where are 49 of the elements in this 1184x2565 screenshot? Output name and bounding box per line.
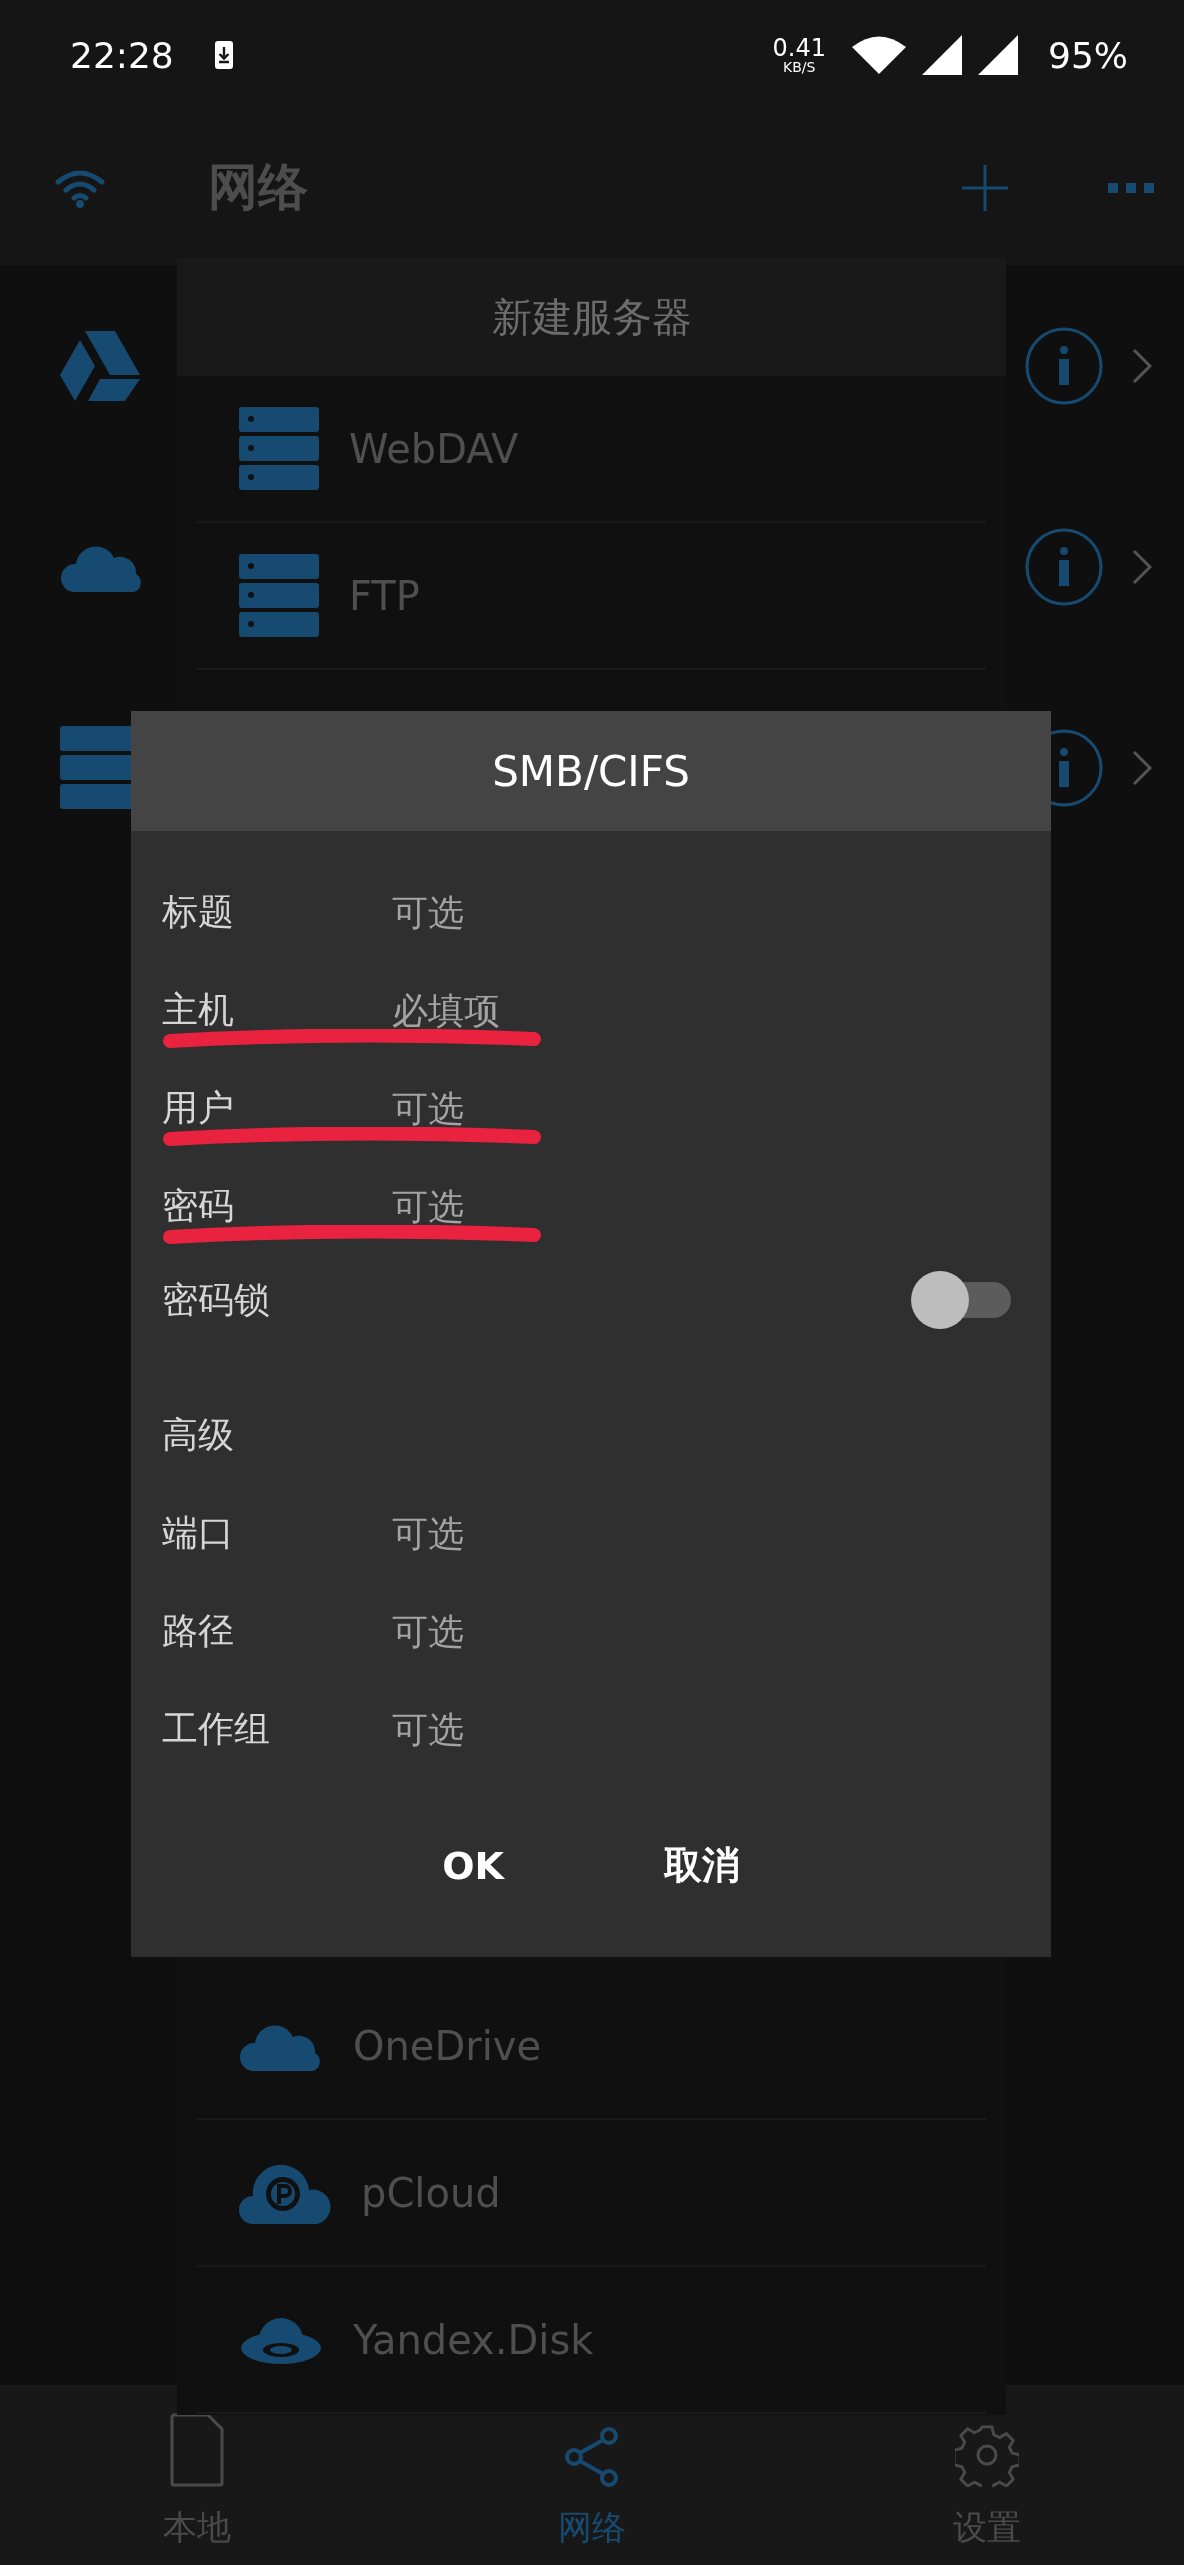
more-icon[interactable] [1108, 181, 1154, 194]
info-icon[interactable] [1024, 526, 1104, 607]
dialog-button[interactable]: 取消 [633, 1814, 770, 1917]
info-icon[interactable] [1024, 325, 1104, 406]
chevron-icon[interactable] [1132, 548, 1152, 585]
battery-level: 95% [1048, 34, 1128, 76]
input-field[interactable]: 可选 [392, 891, 792, 933]
field-label: 密码 [162, 1183, 235, 1228]
server-type-item[interactable]: FTP [197, 523, 986, 670]
chevron-icon[interactable] [1132, 749, 1152, 786]
drive-icon [60, 330, 140, 401]
file-icon [170, 2413, 225, 2487]
input-field[interactable]: 可选 [392, 1185, 792, 1227]
signal-icon [978, 35, 1018, 75]
signal-icon [922, 35, 962, 75]
speed-unit: KB/S [783, 60, 816, 74]
input-field[interactable]: 可选 [392, 1708, 792, 1750]
field-label: 路径 [162, 1608, 235, 1653]
field-label: 端口 [162, 1510, 235, 1555]
wifi-icon [852, 36, 906, 74]
page-title: 网络 [208, 157, 308, 218]
server-type-item[interactable]: Yandex.Disk [197, 2267, 986, 2414]
field-label: 工作组 [162, 1706, 271, 1751]
input-field[interactable]: 可选 [392, 1610, 792, 1652]
section-heading: 高级 [162, 1412, 235, 1457]
server-icon [239, 553, 319, 638]
server-type-item[interactable]: pCloud [197, 2120, 986, 2267]
server-type-item[interactable]: OneDrive [197, 1973, 986, 2120]
gear-icon [954, 2423, 1019, 2487]
server-icon [239, 406, 319, 491]
input-field[interactable]: 必填项 [392, 989, 792, 1031]
server-type-item[interactable]: WebDAV [197, 376, 986, 523]
input-field[interactable]: 可选 [392, 1087, 792, 1129]
toggle-switch[interactable] [911, 1271, 1011, 1329]
field-label: 密码锁 [162, 1277, 271, 1322]
input-field[interactable]: 可选 [392, 1512, 792, 1554]
field-label: 主机 [162, 987, 235, 1032]
download-icon [213, 40, 234, 70]
field-label: 用户 [162, 1085, 235, 1130]
wifi-icon[interactable] [54, 167, 106, 208]
field-label: 标题 [162, 889, 235, 934]
chevron-icon[interactable] [1132, 347, 1152, 384]
dialog-button[interactable]: OK [412, 1814, 534, 1917]
add-icon[interactable] [962, 164, 1008, 211]
clock-time: 22:28 [70, 34, 174, 76]
sheet-title: 新建服务器 [491, 292, 692, 342]
network-speed: 0.41 [772, 36, 826, 60]
share-icon [565, 2427, 619, 2487]
dialog-title: SMB/CIFS [492, 746, 690, 796]
